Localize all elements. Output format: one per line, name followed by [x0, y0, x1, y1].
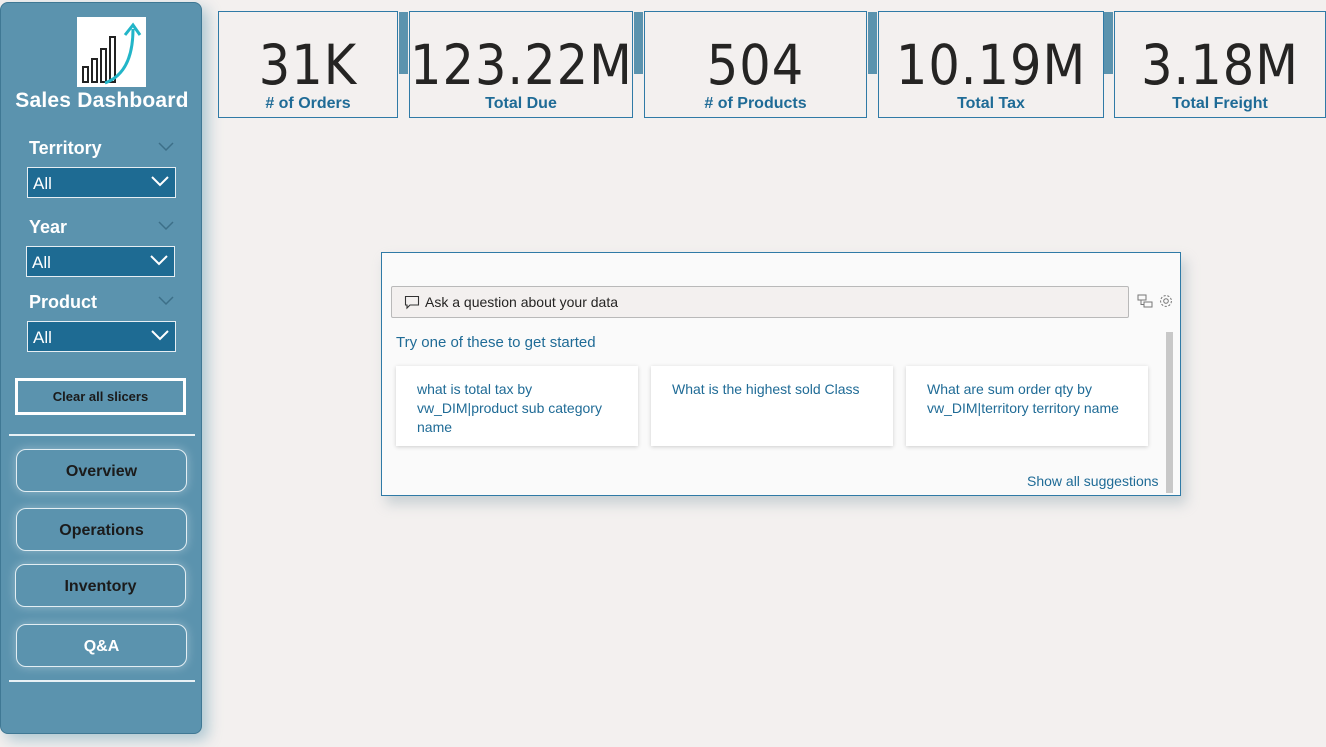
kpi-value: 10.19M	[895, 33, 1087, 97]
qa-question-input[interactable]: Ask a question about your data	[391, 286, 1129, 318]
kpi-card-total-tax: 10.19M Total Tax	[868, 11, 1104, 118]
year-value: All	[32, 253, 51, 272]
kpi-value: 3.18M	[1141, 33, 1299, 97]
territory-slicer-label: Territory	[29, 138, 102, 158]
qa-suggestion-card[interactable]: What is the highest sold Class	[651, 366, 893, 446]
qa-suggestion-card[interactable]: what is total tax by vw_DIM|product sub …	[396, 366, 638, 446]
kpi-value: 504	[706, 33, 805, 97]
year-slicer-label: Year	[29, 217, 68, 237]
sidebar: Sales Dashboard Territory All Year All P…	[0, 2, 202, 734]
kpi-label: # of Orders	[265, 95, 351, 112]
app-title: Sales Dashboard	[15, 89, 189, 112]
chevron-down-icon[interactable]	[158, 296, 174, 306]
territory-value: All	[33, 174, 52, 193]
territory-dropdown[interactable]: All	[27, 167, 176, 198]
convert-visual-icon[interactable]	[1137, 293, 1153, 309]
show-all-suggestions-link[interactable]: Show all suggestions	[1027, 473, 1159, 489]
logo-chart-icon	[77, 17, 146, 87]
card-accent	[399, 12, 408, 74]
chevron-down-icon	[151, 176, 169, 187]
chevron-down-icon[interactable]	[158, 142, 174, 152]
kpi-card-total-freight: 3.18M Total Freight	[1104, 11, 1326, 118]
card-accent	[1104, 12, 1113, 74]
divider	[9, 680, 195, 682]
kpi-label: Total Due	[485, 95, 557, 112]
qa-suggestion-card[interactable]: What are sum order qty by vw_DIM|territo…	[906, 366, 1148, 446]
gear-icon[interactable]	[1158, 293, 1174, 309]
qa-hint-text: Try one of these to get started	[396, 334, 596, 351]
kpi-label: Total Freight	[1172, 95, 1268, 112]
qa-visual: Ask a question about your data Try one o…	[381, 252, 1181, 496]
product-value: All	[33, 328, 52, 347]
chevron-down-icon[interactable]	[158, 221, 174, 231]
qa-placeholder: Ask a question about your data	[425, 294, 619, 310]
kpi-label: # of Products	[704, 95, 807, 112]
nav-qa-button[interactable]: Q&A	[16, 624, 187, 667]
card-accent	[634, 12, 643, 74]
kpi-value: 123.22M	[410, 33, 633, 97]
kpi-label: Total Tax	[957, 95, 1025, 112]
clear-all-slicers-button[interactable]: Clear all slicers	[15, 378, 186, 415]
kpi-card-products: 504 # of Products	[634, 11, 867, 118]
nav-inventory-button[interactable]: Inventory	[15, 564, 186, 607]
year-dropdown[interactable]: All	[26, 246, 175, 277]
chat-bubble-icon	[404, 295, 420, 310]
divider	[9, 434, 195, 436]
chevron-down-icon	[150, 255, 168, 266]
product-dropdown[interactable]: All	[27, 321, 176, 352]
chevron-down-icon	[151, 330, 169, 341]
nav-operations-button[interactable]: Operations	[16, 508, 187, 551]
kpi-card-orders: 31K # of Orders	[218, 11, 398, 118]
scrollbar[interactable]	[1166, 332, 1173, 493]
kpi-card-total-due: 123.22M Total Due	[399, 11, 633, 118]
kpi-value: 31K	[258, 33, 358, 97]
card-accent	[868, 12, 877, 74]
nav-overview-button[interactable]: Overview	[16, 449, 187, 492]
product-slicer-label: Product	[29, 292, 98, 312]
